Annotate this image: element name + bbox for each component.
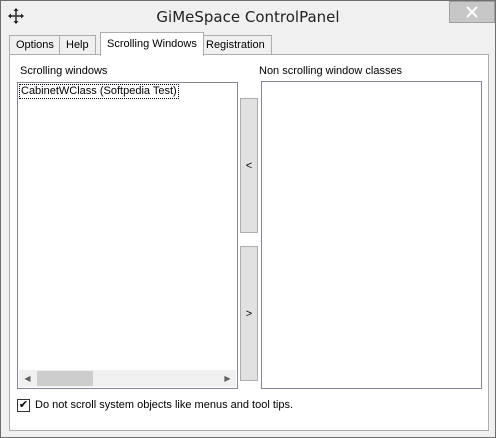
horizontal-scrollbar[interactable]: ◀ ▶ <box>19 370 236 387</box>
tab-options[interactable]: Options <box>9 35 61 55</box>
window-title: GiMeSpace ControlPanel <box>156 8 340 26</box>
tab-scrolling-windows[interactable]: Scrolling Windows <box>100 32 204 56</box>
scrolling-windows-panel: Scrolling windows CabinetWClass (Softped… <box>9 54 489 431</box>
checkbox-label[interactable]: Do not scroll system objects like menus … <box>35 399 293 411</box>
move-right-button[interactable]: > <box>240 246 258 381</box>
non-scrolling-label: Non scrolling window classes <box>259 65 403 77</box>
list-item[interactable]: CabinetWClass (Softpedia Test) <box>19 84 179 99</box>
non-scrolling-list[interactable] <box>261 81 482 389</box>
tab-registration[interactable]: Registration <box>199 35 272 55</box>
scroll-left-arrow[interactable]: ◀ <box>19 370 36 387</box>
move-left-button[interactable]: < <box>240 98 258 233</box>
close-icon <box>466 6 478 18</box>
tab-bar: Options Help Scrolling Windows Registrat… <box>9 32 489 56</box>
scrolling-windows-label: Scrolling windows <box>20 65 108 77</box>
scrolling-windows-list[interactable]: CabinetWClass (Softpedia Test) ◀ ▶ <box>17 82 238 389</box>
no-system-scroll-checkbox[interactable]: ✔ <box>17 399 30 412</box>
close-button[interactable] <box>449 1 495 23</box>
scroll-right-arrow[interactable]: ▶ <box>219 370 236 387</box>
scrollbar-thumb[interactable] <box>37 371 93 386</box>
tab-help[interactable]: Help <box>59 35 96 55</box>
main-window: GiMeSpace ControlPanel Options Help Scro… <box>0 0 496 438</box>
title-bar[interactable]: GiMeSpace ControlPanel <box>1 1 495 32</box>
